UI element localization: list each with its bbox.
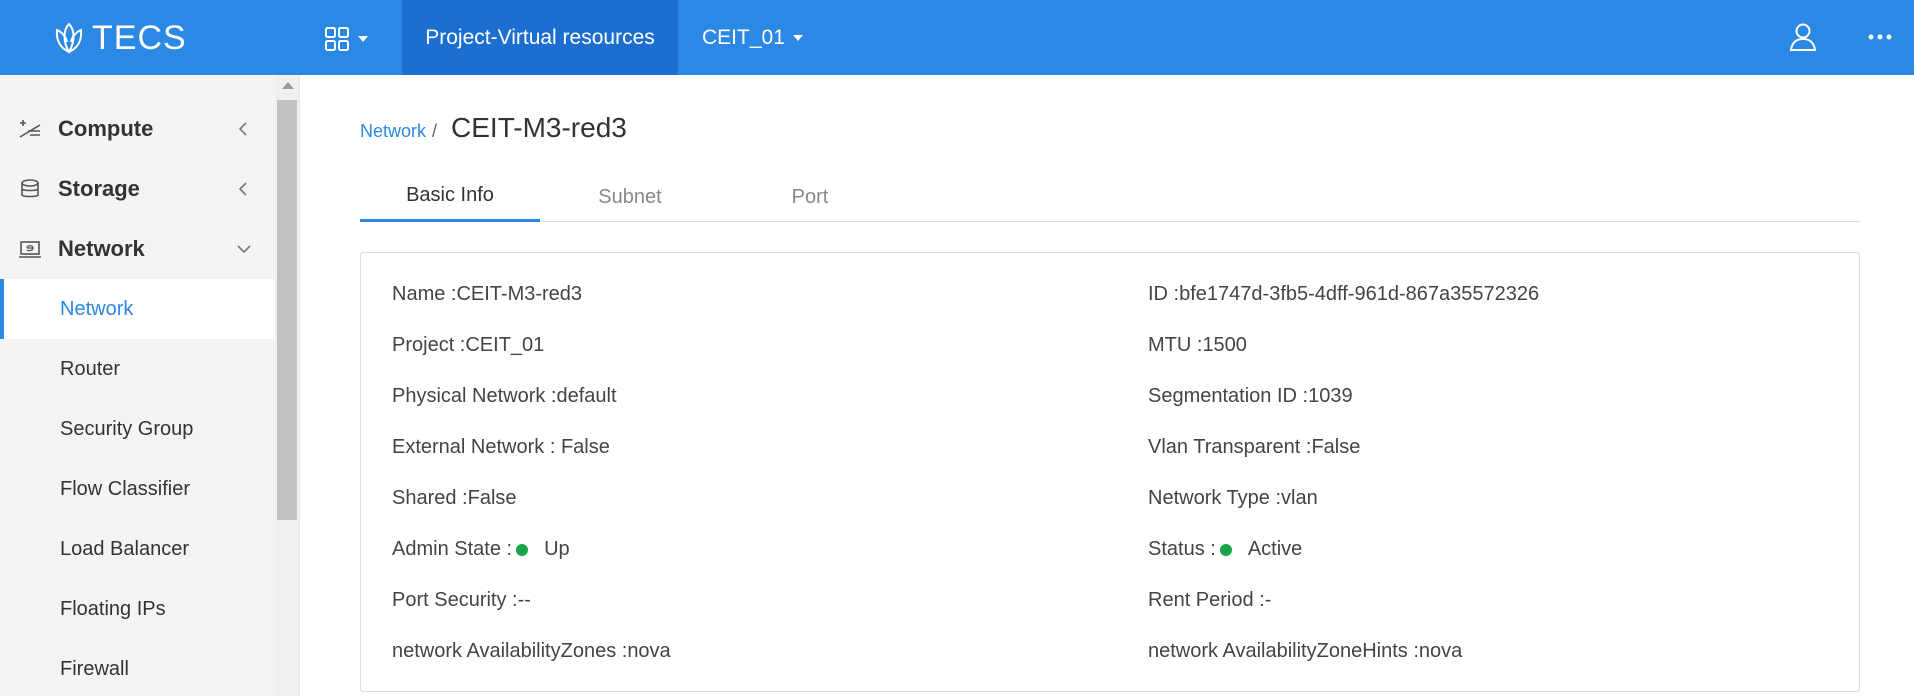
tab-basic-info[interactable]: Basic Info [360, 172, 540, 222]
info-physical-network: Physical Network : default [392, 385, 617, 408]
info-label: Physical Network : [392, 385, 557, 407]
info-label: MTU : [1148, 334, 1203, 356]
info-value: nova [627, 640, 671, 662]
sidebar-item-network[interactable]: Network [0, 279, 275, 339]
info-value: CEIT-M3-red3 [456, 283, 583, 305]
info-project: Project : CEIT_01 [392, 334, 544, 357]
info-external-network: External Network : False [392, 436, 610, 459]
info-segmentation-id: Segmentation ID :1039 [1148, 385, 1353, 408]
sidebar-menu: Compute Storage Network Network Router S… [0, 75, 275, 696]
logo[interactable]: TECS [52, 18, 187, 58]
sidebar-item-security-group[interactable]: Security Group [0, 399, 275, 459]
info-label: Project : [392, 334, 466, 356]
info-label: Port Security : [392, 589, 518, 611]
breadcrumb: Network / CEIT-M3-red3 [360, 112, 627, 144]
info-shared: Shared : False [392, 487, 517, 510]
info-value: False [560, 436, 610, 458]
info-mtu: MTU :1500 [1148, 334, 1247, 357]
info-label: Shared : [392, 487, 468, 509]
network-icon [19, 241, 41, 258]
sidebar-group-storage[interactable]: Storage [0, 159, 275, 219]
scrollbar-thumb[interactable] [277, 100, 297, 520]
info-value: False [467, 487, 517, 509]
compute-icon [19, 120, 41, 138]
info-value: bfe1747d-3fb5-4dff-961d-867a35572326 [1179, 283, 1540, 305]
page-title: CEIT-M3-red3 [451, 112, 627, 143]
tab-bar: Basic Info Subnet Port [360, 172, 1860, 222]
project-select[interactable]: CEIT_01 [702, 0, 803, 75]
info-value: Active [1247, 538, 1303, 560]
info-label: Admin State : [392, 538, 513, 560]
info-availability-zone-hints: network AvailabilityZoneHints : nova [1148, 640, 1462, 663]
info-vlan-transparent: Vlan Transparent : False [1148, 436, 1360, 459]
sidebar-item-floating-ips[interactable]: Floating IPs [0, 579, 275, 639]
info-label: Vlan Transparent : [1148, 436, 1312, 458]
sidebar-group-label: Network [58, 236, 145, 261]
status-dot-icon [1219, 543, 1232, 556]
info-label: Network Type : [1148, 487, 1282, 509]
info-id: ID : bfe1747d-3fb5-4dff-961d-867a35572326 [1148, 283, 1539, 306]
info-label: network AvailabilityZones : [392, 640, 628, 662]
info-value: 1500 [1202, 334, 1247, 356]
breadcrumb-separator: / [432, 121, 438, 141]
info-value: default [556, 385, 617, 407]
info-label: ID : [1148, 283, 1180, 305]
info-port-security: Port Security : -- [392, 589, 531, 612]
sidebar-group-compute[interactable]: Compute [0, 99, 275, 159]
storage-icon [21, 179, 39, 198]
breadcrumb-link-network[interactable]: Network [360, 121, 426, 142]
user-icon[interactable] [1788, 22, 1818, 52]
info-value: CEIT_01 [465, 334, 545, 356]
info-availability-zones: network AvailabilityZones : nova [392, 640, 671, 663]
info-label: Segmentation ID : [1148, 385, 1309, 407]
sidebar-scrollbar[interactable] [275, 75, 299, 696]
info-rent-period: Rent Period :- [1148, 589, 1271, 612]
basic-info-panel: Name : CEIT-M3-red3 Project : CEIT_01 Phys… [360, 252, 1860, 692]
info-value: nova [1418, 640, 1463, 662]
sidebar-group-network[interactable]: Network [0, 219, 275, 279]
info-value: -- [517, 589, 531, 611]
info-value: Up [544, 538, 570, 560]
info-label: External Network : [392, 436, 561, 458]
sidebar-item-load-balancer[interactable]: Load Balancer [0, 519, 275, 579]
more-icon[interactable] [1866, 30, 1894, 44]
caret-down-icon [358, 36, 368, 42]
nav-tab-project-virtual-resources[interactable]: Project-Virtual resources [402, 0, 678, 75]
sidebar-item-router[interactable]: Router [0, 339, 275, 399]
tab-subnet[interactable]: Subnet [540, 172, 720, 222]
caret-down-icon [792, 34, 803, 41]
info-value: False [1311, 436, 1361, 458]
info-label: Rent Period : [1148, 589, 1265, 611]
info-network-type: Network Type : vlan [1148, 487, 1318, 510]
info-value: - [1264, 589, 1272, 611]
info-admin-state: Admin State : Up [392, 538, 570, 561]
chevron-left-icon [238, 122, 247, 136]
status-dot-icon [516, 543, 529, 556]
chevron-left-icon [238, 182, 247, 196]
app-switcher-button[interactable] [324, 22, 380, 56]
sidebar-item-flow-classifier[interactable]: Flow Classifier [0, 459, 275, 519]
info-value: 1039 [1308, 385, 1353, 407]
tab-port[interactable]: Port [720, 172, 900, 222]
sidebar-group-label: Storage [58, 176, 140, 201]
info-name: Name : CEIT-M3-red3 [392, 283, 582, 306]
sidebar-group-label: Compute [58, 116, 154, 141]
info-label: Name : [392, 283, 457, 305]
info-status: Status : Active [1148, 538, 1302, 561]
lotus-logo-icon [55, 22, 83, 54]
sidebar: Compute Storage Network Network Router S… [0, 75, 300, 696]
project-select-value: CEIT_01 [702, 25, 785, 49]
info-value: vlan [1281, 487, 1318, 509]
info-label: network AvailabilityZoneHints : [1148, 640, 1419, 662]
grid-icon [325, 27, 349, 51]
chevron-down-icon [237, 245, 251, 254]
top-bar: TECS Project-Virtual resources CEIT_01 [0, 0, 1914, 75]
info-label: Status : [1148, 538, 1216, 560]
logo-text: TECS [92, 18, 187, 57]
scroll-up-arrow-icon[interactable] [282, 82, 294, 89]
sidebar-item-firewall[interactable]: Firewall [0, 639, 275, 696]
